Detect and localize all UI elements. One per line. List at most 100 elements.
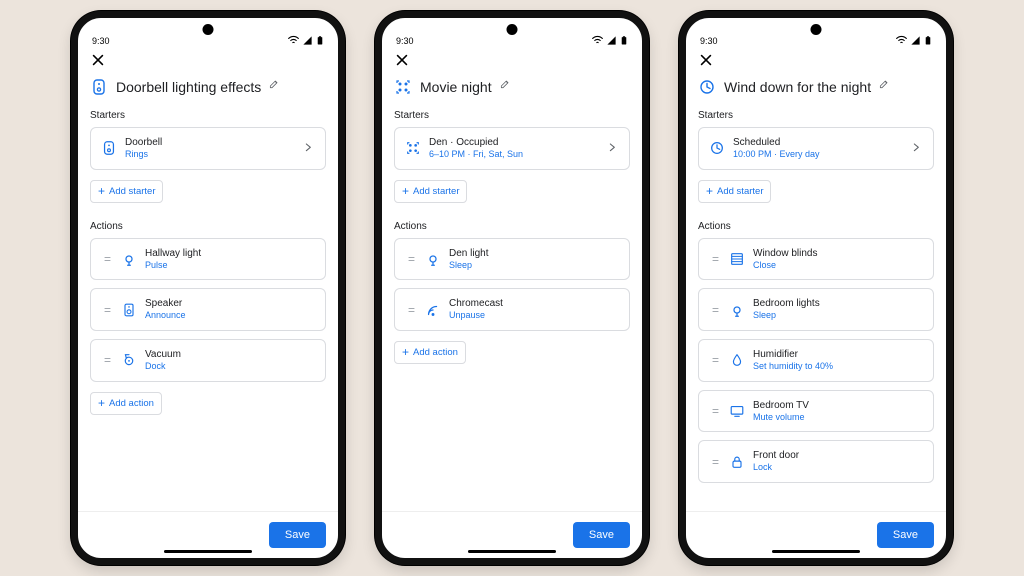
card-subtitle: Rings xyxy=(125,149,295,161)
drag-handle-icon[interactable]: = xyxy=(405,253,417,265)
card-subtitle: Dock xyxy=(145,361,315,373)
close-button[interactable] xyxy=(394,52,410,68)
edit-title-button[interactable] xyxy=(879,78,891,96)
plus-icon: + xyxy=(402,348,409,357)
drag-handle-icon[interactable]: = xyxy=(101,354,113,366)
card-tv[interactable]: = Bedroom TV Mute volume xyxy=(698,390,934,433)
card-text: Den · Occupied 6–10 PM · Fri, Sat, Sun xyxy=(429,136,599,161)
card-title: Humidifier xyxy=(753,348,923,361)
phone-3: 9:30 Wind down for the night Starters xyxy=(679,11,953,565)
drag-handle-icon[interactable]: = xyxy=(709,405,721,417)
drag-handle-icon[interactable]: = xyxy=(709,253,721,265)
edit-title-button[interactable] xyxy=(500,78,512,96)
card-humidifier[interactable]: = Humidifier Set humidity to 40% xyxy=(698,339,934,382)
clock-icon xyxy=(698,78,716,96)
blinds-icon xyxy=(729,251,745,267)
add-starter-button[interactable]: +Add starter xyxy=(90,180,163,203)
card-text: Chromecast Unpause xyxy=(449,297,619,322)
card-together[interactable]: Den · Occupied 6–10 PM · Fri, Sat, Sun xyxy=(394,127,630,170)
content: Starters Scheduled 10:00 PM · Every day … xyxy=(686,106,946,511)
card-blinds[interactable]: = Window blinds Close xyxy=(698,238,934,281)
drag-handle-icon[interactable]: = xyxy=(101,253,113,265)
page-title: Doorbell lighting effects xyxy=(116,79,261,95)
actions-label: Actions xyxy=(90,221,326,232)
card-title: Vacuum xyxy=(145,348,315,361)
add-starter-button[interactable]: +Add starter xyxy=(698,180,771,203)
page-title: Wind down for the night xyxy=(724,79,871,95)
actions-label: Actions xyxy=(394,221,630,232)
save-button[interactable]: Save xyxy=(877,522,934,548)
card-light[interactable]: = Den light Sleep xyxy=(394,238,630,281)
card-text: Window blinds Close xyxy=(753,247,923,272)
close-icon xyxy=(90,52,106,68)
screen: Wind down for the night Starters Schedul… xyxy=(686,18,946,558)
vacuum-icon xyxy=(121,352,137,368)
card-light[interactable]: = Bedroom lights Sleep xyxy=(698,288,934,331)
card-text: Speaker Announce xyxy=(145,297,315,322)
card-text: Vacuum Dock xyxy=(145,348,315,373)
card-cast[interactable]: = Chromecast Unpause xyxy=(394,288,630,331)
card-subtitle: Sleep xyxy=(449,260,619,272)
card-title: Bedroom TV xyxy=(753,399,923,412)
drag-handle-icon[interactable]: = xyxy=(101,304,113,316)
drag-handle-icon[interactable]: = xyxy=(405,304,417,316)
card-vacuum[interactable]: = Vacuum Dock xyxy=(90,339,326,382)
card-lock[interactable]: = Front door Lock xyxy=(698,440,934,483)
drag-handle-icon[interactable]: = xyxy=(709,304,721,316)
card-text: Bedroom TV Mute volume xyxy=(753,399,923,424)
humidifier-icon xyxy=(729,352,745,368)
title-row: Wind down for the night xyxy=(686,70,946,106)
card-subtitle: 10:00 PM · Every day xyxy=(733,149,903,161)
card-clock[interactable]: Scheduled 10:00 PM · Every day xyxy=(698,127,934,170)
edit-icon xyxy=(500,79,512,91)
close-button[interactable] xyxy=(698,52,714,68)
edit-title-button[interactable] xyxy=(269,78,281,96)
tv-icon xyxy=(729,403,745,419)
save-button[interactable]: Save xyxy=(269,522,326,548)
add-action-button[interactable]: +Add action xyxy=(394,341,466,364)
chevron-right-icon xyxy=(607,142,619,154)
add-action-button[interactable]: +Add action xyxy=(90,392,162,415)
card-title: Scheduled xyxy=(733,136,903,149)
card-speaker[interactable]: = Speaker Announce xyxy=(90,288,326,331)
title-row: Movie night xyxy=(382,70,642,106)
save-button[interactable]: Save xyxy=(573,522,630,548)
title-row: Doorbell lighting effects xyxy=(78,70,338,106)
edit-icon xyxy=(269,79,281,91)
drag-handle-icon[interactable]: = xyxy=(709,456,721,468)
phone-1: 9:30 Doorbell lighting effects Starters xyxy=(71,11,345,565)
card-subtitle: Unpause xyxy=(449,310,619,322)
add-starter-button[interactable]: +Add starter xyxy=(394,180,467,203)
home-indicator xyxy=(164,550,252,553)
chevron-right-icon xyxy=(303,142,315,154)
card-subtitle: Pulse xyxy=(145,260,315,272)
close-icon xyxy=(394,52,410,68)
content: Starters Den · Occupied 6–10 PM · Fri, S… xyxy=(382,106,642,511)
card-doorbell[interactable]: Doorbell Rings xyxy=(90,127,326,170)
starters-label: Starters xyxy=(698,110,934,121)
cast-icon xyxy=(425,302,441,318)
close-button[interactable] xyxy=(90,52,106,68)
card-text: Front door Lock xyxy=(753,449,923,474)
lock-icon xyxy=(729,454,745,470)
drag-handle-icon[interactable]: = xyxy=(709,354,721,366)
card-title: Chromecast xyxy=(449,297,619,310)
card-text: Doorbell Rings xyxy=(125,136,295,161)
card-title: Hallway light xyxy=(145,247,315,260)
speaker-icon xyxy=(121,302,137,318)
close-icon xyxy=(698,52,714,68)
plus-icon: + xyxy=(706,187,713,196)
card-subtitle: Sleep xyxy=(753,310,923,322)
screen: Doorbell lighting effects Starters Doorb… xyxy=(78,18,338,558)
page-title: Movie night xyxy=(420,79,492,95)
light-icon xyxy=(121,251,137,267)
card-title: Den light xyxy=(449,247,619,260)
phone-2: 9:30 Movie night Starters Den · Occupi xyxy=(375,11,649,565)
plus-icon: + xyxy=(98,399,105,408)
card-title: Den · Occupied xyxy=(429,136,599,149)
card-subtitle: Close xyxy=(753,260,923,272)
light-icon xyxy=(425,251,441,267)
card-title: Speaker xyxy=(145,297,315,310)
card-subtitle: 6–10 PM · Fri, Sat, Sun xyxy=(429,149,599,161)
card-light[interactable]: = Hallway light Pulse xyxy=(90,238,326,281)
